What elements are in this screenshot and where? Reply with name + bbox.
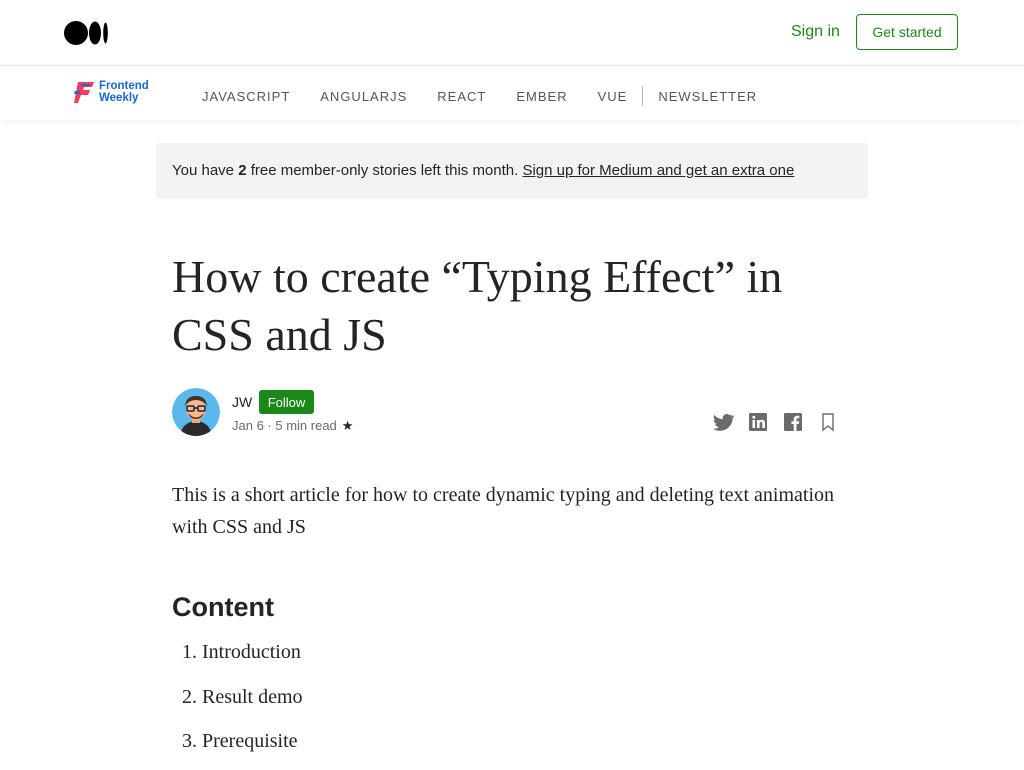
linkedin-icon[interactable] — [746, 410, 770, 434]
article-intro: This is a short article for how to creat… — [172, 484, 835, 538]
bookmark-icon[interactable] — [816, 410, 840, 434]
banner-prefix: You have — [172, 162, 239, 179]
facebook-icon[interactable] — [781, 410, 805, 434]
article-title: How to create “Typing Effect” in CSS and… — [172, 251, 783, 360]
nav-angularjs[interactable]: ANGULARJS — [320, 89, 407, 104]
nav-javascript[interactable]: JAVASCRIPT — [202, 89, 290, 104]
signup-link[interactable]: Sign up for Medium and get an extra one — [522, 162, 794, 179]
author-name[interactable]: JW — [232, 394, 252, 410]
author-avatar[interactable] — [172, 388, 220, 436]
byline: JW Follow Jan 6 · 5 min read ★ — [172, 388, 840, 438]
table-of-contents: Introduction Result demo Prerequisite — [172, 636, 303, 770]
medium-logo[interactable] — [64, 20, 110, 46]
publication-logo[interactable]: Frontend Weekly — [72, 80, 149, 104]
twitter-icon[interactable] — [711, 410, 735, 434]
nav-vue[interactable]: VUE — [598, 89, 628, 104]
share-bar — [700, 410, 840, 434]
nav-divider — [642, 86, 644, 106]
banner-count: 2 — [238, 162, 247, 179]
banner-suffix: free member-only stories left this month… — [246, 162, 523, 179]
member-stories-banner: You have 2 free member-only stories left… — [156, 143, 868, 199]
toc-item: Result demo — [202, 681, 303, 726]
toc-item: Prerequisite — [202, 725, 303, 770]
publication-logo-text: Frontend Weekly — [99, 80, 149, 104]
top-navbar: Sign in Get started — [0, 0, 1024, 66]
nav-ember[interactable]: EMBER — [516, 89, 567, 104]
nav-newsletter[interactable]: NEWSLETTER — [658, 89, 757, 104]
publication-navbar: Frontend Weekly JAVASCRIPT ANGULARJS REA… — [0, 66, 1024, 120]
publication-nav: JAVASCRIPT ANGULARJS REACT EMBER VUE NEW… — [202, 86, 787, 106]
meta-date-readtime: Jan 6 · 5 min read — [232, 418, 337, 433]
logo-line-1: Frontend — [99, 80, 149, 92]
toc-item: Introduction — [202, 636, 303, 681]
member-only-star-icon: ★ — [341, 418, 354, 433]
logo-line-2: Weekly — [99, 92, 139, 104]
frontend-weekly-logo — [74, 82, 94, 103]
get-started-button[interactable]: Get started — [856, 14, 958, 50]
follow-button[interactable]: Follow — [259, 390, 314, 414]
nav-react[interactable]: REACT — [437, 89, 486, 104]
content-heading: Content — [172, 592, 274, 622]
article-meta: Jan 6 · 5 min read ★ — [232, 418, 353, 434]
sign-in-link[interactable]: Sign in — [791, 23, 840, 41]
